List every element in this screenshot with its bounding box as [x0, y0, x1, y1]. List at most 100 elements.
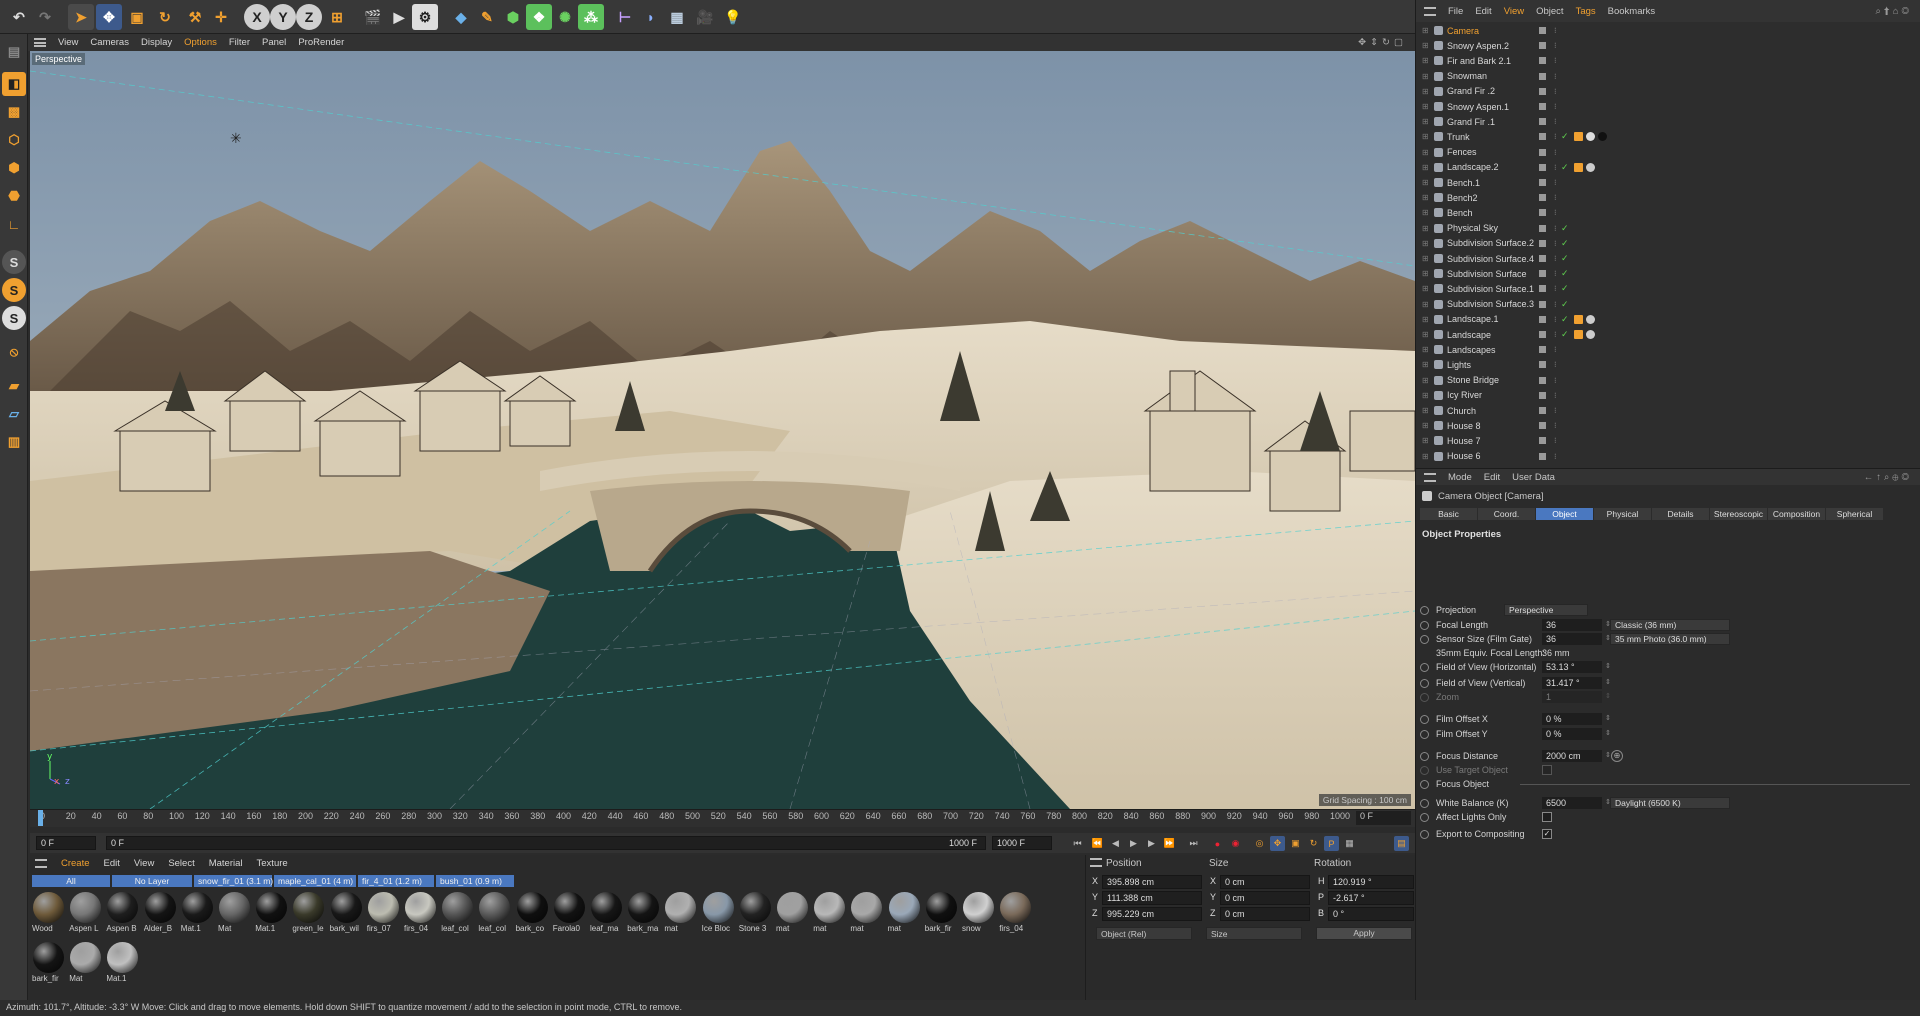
field-icon[interactable]: ◗ — [638, 4, 664, 30]
start-frame-field[interactable]: 0 F — [36, 836, 96, 850]
material-swatch[interactable]: firs_04 — [999, 891, 1032, 937]
dot-toggle[interactable]: ⁝ — [1554, 208, 1557, 217]
visibility-toggle[interactable] — [1539, 224, 1546, 232]
subdivision-icon[interactable]: ⬢ — [500, 4, 526, 30]
visibility-toggle[interactable] — [1539, 87, 1546, 95]
visibility-toggle[interactable] — [1539, 300, 1546, 308]
property-field[interactable]: 0 % — [1542, 713, 1602, 725]
render-region-icon[interactable]: 🎬 — [360, 4, 386, 30]
property-checkbox[interactable] — [1542, 812, 1552, 822]
dot-toggle[interactable]: ⁝ — [1554, 376, 1557, 385]
undo-icon[interactable]: ↶ — [6, 4, 32, 30]
mat-menu-view[interactable]: View — [134, 858, 154, 869]
dot-toggle[interactable]: ⁝ — [1554, 26, 1557, 35]
menu-prorender[interactable]: ProRender — [298, 37, 344, 48]
material-swatch[interactable]: snow — [962, 891, 995, 937]
expand-icon[interactable]: ⊞ — [1422, 41, 1429, 50]
rotation-field[interactable]: 120.919 ° — [1328, 875, 1414, 889]
light-icon[interactable]: 💡 — [720, 4, 746, 30]
key-rotation-icon[interactable]: ↻ — [1306, 836, 1321, 851]
expand-icon[interactable]: ⊞ — [1422, 330, 1429, 339]
object-row[interactable]: ⊞ Subdivision Surface.1 ⁝ ✓ — [1416, 281, 1920, 296]
material-swatch[interactable]: Mat.1 — [181, 891, 214, 937]
expand-icon[interactable]: ⊞ — [1422, 360, 1429, 369]
property-dropdown[interactable]: Perspective — [1504, 604, 1588, 616]
material-swatch[interactable]: green_le — [292, 891, 325, 937]
animate-radio[interactable] — [1420, 813, 1429, 822]
dot-toggle[interactable]: ⁝ — [1554, 239, 1557, 248]
menu-panel[interactable]: Panel — [262, 37, 286, 48]
expand-icon[interactable]: ⊞ — [1422, 102, 1429, 111]
tag-icon[interactable] — [1574, 330, 1583, 339]
animate-radio[interactable] — [1420, 679, 1429, 688]
material-swatch[interactable]: bark_wil — [330, 891, 363, 937]
prev-key-icon[interactable]: ⏪ — [1090, 836, 1105, 851]
dot-toggle[interactable]: ⁝ — [1554, 148, 1557, 157]
timeline-end-frame[interactable]: 0 F — [1356, 811, 1411, 825]
visibility-toggle[interactable] — [1539, 57, 1546, 65]
property-field[interactable]: 0 % — [1542, 728, 1602, 740]
expand-icon[interactable]: ⊞ — [1422, 315, 1429, 324]
dot-toggle[interactable]: ⁝ — [1554, 345, 1557, 354]
dot-toggle[interactable]: ⁝ — [1554, 102, 1557, 111]
enabled-check-icon[interactable]: ✓ — [1561, 283, 1569, 294]
animate-radio[interactable] — [1420, 766, 1429, 775]
object-row[interactable]: ⊞ House 7 ⁝ — [1416, 433, 1920, 448]
axis-mode-icon[interactable]: ∟ — [2, 212, 26, 236]
expand-icon[interactable]: ⊞ — [1422, 254, 1429, 263]
dot-toggle[interactable]: ⁝ — [1554, 452, 1557, 461]
expand-icon[interactable]: ⊞ — [1422, 345, 1429, 354]
visibility-toggle[interactable] — [1539, 285, 1546, 293]
y-axis-lock[interactable]: Y — [270, 4, 296, 30]
visibility-toggle[interactable] — [1539, 148, 1546, 156]
points-mode-icon[interactable]: ⬡ — [2, 128, 26, 152]
tag-icon[interactable] — [1586, 162, 1595, 172]
apply-button[interactable]: Apply — [1316, 927, 1412, 940]
dot-toggle[interactable]: ⁝ — [1554, 193, 1557, 202]
animate-radio[interactable] — [1420, 799, 1429, 808]
object-row[interactable]: ⊞ Snowy Aspen.2 ⁝ — [1416, 38, 1920, 53]
dot-toggle[interactable]: ⁝ — [1554, 300, 1557, 309]
obj-menu-bookmarks[interactable]: Bookmarks — [1608, 6, 1656, 17]
cube-icon[interactable]: ◆ — [448, 4, 474, 30]
material-swatch[interactable]: Mat.1 — [255, 891, 288, 937]
visibility-toggle[interactable] — [1539, 163, 1546, 171]
expand-icon[interactable]: ⊞ — [1422, 284, 1429, 293]
attr-menu-mode[interactable]: Mode — [1448, 472, 1472, 483]
cloner-icon[interactable]: ⁂ — [578, 4, 604, 30]
workplane-grid-icon[interactable]: ▰ — [2, 374, 26, 398]
expand-icon[interactable]: ⊞ — [1422, 132, 1429, 141]
property-field[interactable]: 2000 cm — [1542, 750, 1602, 762]
mat-menu-texture[interactable]: Texture — [257, 858, 288, 869]
stepper-icon[interactable]: ⇕ — [1605, 751, 1611, 759]
obj-menu-object[interactable]: Object — [1536, 6, 1563, 17]
attribute-menu-icon[interactable] — [1424, 472, 1436, 482]
timeline-icon[interactable]: ▤ — [1394, 836, 1409, 851]
dot-toggle[interactable]: ⁝ — [1554, 284, 1557, 293]
key-pla-icon[interactable]: ▦ — [1342, 836, 1357, 851]
rotation-field[interactable]: -2.617 ° — [1328, 891, 1414, 905]
animate-radio[interactable] — [1420, 693, 1429, 702]
tag-icon[interactable] — [1586, 314, 1595, 324]
workplane-icon[interactable]: S — [2, 306, 26, 330]
menu-cameras[interactable]: Cameras — [90, 37, 129, 48]
expand-icon[interactable]: ⊞ — [1422, 87, 1429, 96]
enabled-check-icon[interactable]: ✓ — [1561, 299, 1569, 310]
property-field[interactable]: 53.13 ° — [1542, 661, 1602, 673]
dot-toggle[interactable]: ⁝ — [1554, 391, 1557, 400]
object-row[interactable]: ⊞ Subdivision Surface.3 ⁝ ✓ — [1416, 297, 1920, 312]
property-field[interactable]: 1 — [1542, 691, 1602, 703]
snap-settings-icon[interactable]: S — [2, 278, 26, 302]
visibility-toggle[interactable] — [1539, 315, 1546, 323]
link-field[interactable] — [1520, 784, 1910, 785]
property-dropdown[interactable]: Classic (36 mm) — [1610, 619, 1730, 631]
object-row[interactable]: ⊞ Grand Fir .2 ⁝ — [1416, 84, 1920, 99]
mat-menu-select[interactable]: Select — [168, 858, 194, 869]
dot-toggle[interactable]: ⁝ — [1554, 41, 1557, 50]
dot-toggle[interactable]: ⁝ — [1554, 315, 1557, 324]
menu-filter[interactable]: Filter — [229, 37, 250, 48]
attribute-tab[interactable]: Coord. — [1478, 508, 1536, 520]
material-swatch[interactable]: Farola0 — [553, 891, 586, 937]
stepper-icon[interactable]: ⇕ — [1605, 729, 1611, 737]
obj-menu-file[interactable]: File — [1448, 6, 1463, 17]
